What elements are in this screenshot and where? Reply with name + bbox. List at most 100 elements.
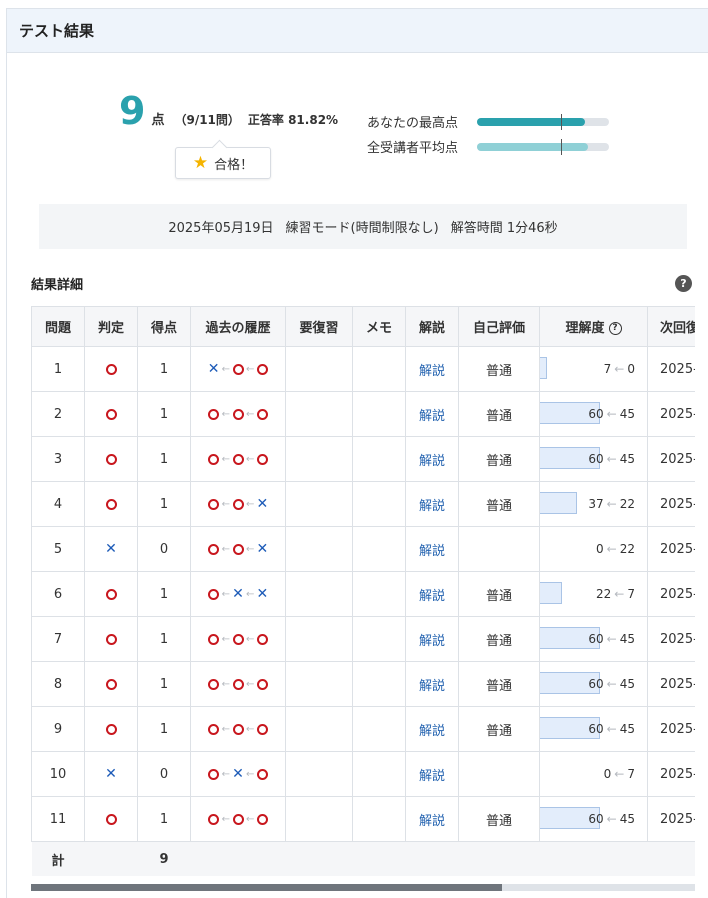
total-empty (84, 841, 138, 876)
memo-cell[interactable] (352, 661, 406, 707)
history-correct-icon (208, 677, 220, 692)
history-correct-icon (208, 812, 220, 827)
history-incorrect-icon: ✕ (256, 541, 269, 557)
self-eval[interactable]: 普通 (458, 706, 540, 752)
review-cell[interactable] (285, 526, 353, 572)
question-circle-icon[interactable]: ? (608, 322, 622, 335)
judge-correct-icon (105, 362, 117, 377)
attempt-info: 2025年05月19日 練習モード(時間制限なし) 解答時間 1分46秒 (39, 204, 687, 249)
table-row: 10 ✕ 0 ← ✕ ← 解説 0 ← 7 2025- (31, 751, 695, 797)
arrow-left-icon: ← (246, 768, 255, 780)
history-correct-icon (232, 497, 244, 512)
review-cell[interactable] (285, 661, 353, 707)
details-title: 結果詳細 (31, 278, 84, 293)
memo-cell[interactable] (352, 391, 406, 437)
horizontal-scrollbar[interactable] (31, 884, 695, 891)
review-cell[interactable] (285, 346, 353, 392)
explanation-link[interactable]: 解説 (419, 679, 445, 694)
comparison-row: 全受講者平均点 (367, 134, 609, 159)
review-cell[interactable] (285, 436, 353, 482)
explanation-link[interactable]: 解説 (419, 409, 445, 424)
memo-cell[interactable] (352, 706, 406, 752)
review-cell[interactable] (285, 616, 353, 662)
score-comparison: あなたの最高点 全受講者平均点 (367, 109, 609, 159)
explanation-link[interactable]: 解説 (419, 724, 445, 739)
scrollbar-thumb[interactable] (31, 884, 503, 891)
self-eval[interactable]: 普通 (458, 346, 540, 392)
explain-cell: 解説 (405, 796, 459, 842)
arrow-left-icon: ← (614, 587, 625, 601)
explain-cell: 解説 (405, 346, 459, 392)
question-number: 10 (31, 751, 85, 797)
memo-cell[interactable] (352, 751, 406, 797)
next-review-date: 2025- (647, 571, 695, 617)
self-eval[interactable] (458, 526, 540, 572)
explanation-link[interactable]: 解説 (419, 814, 445, 829)
memo-cell[interactable] (352, 571, 406, 617)
understanding-values: 60 ← 45 (588, 393, 635, 436)
self-eval[interactable]: 普通 (458, 796, 540, 842)
judge-correct-icon (105, 722, 117, 737)
past-history: ← ← (190, 391, 286, 437)
history-correct-icon (232, 632, 244, 647)
self-eval[interactable]: 普通 (458, 391, 540, 437)
arrow-left-icon: ← (614, 362, 625, 376)
row-score: 1 (137, 616, 191, 662)
understanding-prev: 7 (627, 587, 635, 601)
question-circle-icon[interactable]: ? (675, 275, 692, 292)
table-row: 8 1 ← ← 解説 普通 60 ← 45 2025- (31, 661, 695, 707)
col-understanding-label: 理解度 (565, 321, 605, 336)
history-correct-icon (232, 407, 244, 422)
explain-cell: 解説 (405, 481, 459, 527)
question-number: 6 (31, 571, 85, 617)
review-cell[interactable] (285, 571, 353, 617)
explanation-link[interactable]: 解説 (419, 499, 445, 514)
self-eval[interactable]: 普通 (458, 661, 540, 707)
explanation-link[interactable]: 解説 (419, 634, 445, 649)
understanding-values: 60 ← 45 (588, 438, 635, 481)
memo-cell[interactable] (352, 481, 406, 527)
memo-cell[interactable] (352, 796, 406, 842)
self-eval[interactable]: 普通 (458, 571, 540, 617)
row-score: 1 (137, 571, 191, 617)
judgement: ✕ (84, 526, 138, 572)
understanding-cell: 60 ← 45 (539, 391, 648, 437)
history-correct-icon (208, 497, 220, 512)
explain-cell: 解説 (405, 526, 459, 572)
results-table-container[interactable]: 問題 判定 得点 過去の履歴 要復習 メモ 解説 自己評価 理解度? 次回復 1… (31, 306, 695, 876)
understanding-prev: 45 (619, 452, 635, 466)
review-cell[interactable] (285, 751, 353, 797)
memo-cell[interactable] (352, 346, 406, 392)
judge-incorrect-icon: ✕ (105, 766, 117, 782)
row-score: 1 (137, 436, 191, 482)
explanation-link[interactable]: 解説 (419, 769, 445, 784)
next-review-date: 2025- (647, 616, 695, 662)
judge-incorrect-icon: ✕ (105, 541, 117, 557)
review-cell[interactable] (285, 796, 353, 842)
memo-cell[interactable] (352, 526, 406, 572)
self-eval[interactable]: 普通 (458, 481, 540, 527)
arrow-left-icon: ← (246, 543, 255, 555)
question-number: 2 (31, 391, 85, 437)
self-eval[interactable] (458, 751, 540, 797)
question-number: 5 (31, 526, 85, 572)
memo-cell[interactable] (352, 616, 406, 662)
average-marker (561, 138, 562, 155)
explanation-link[interactable]: 解説 (419, 454, 445, 469)
next-review-date: 2025- (647, 391, 695, 437)
understanding-now: 0 (603, 767, 612, 781)
explanation-link[interactable]: 解説 (419, 364, 445, 379)
past-history: ← ← ✕ (190, 481, 286, 527)
explanation-link[interactable]: 解説 (419, 544, 445, 559)
understanding-cell: 37 ← 22 (539, 481, 648, 527)
understanding-cell: 60 ← 45 (539, 616, 648, 662)
memo-cell[interactable] (352, 436, 406, 482)
self-eval[interactable]: 普通 (458, 616, 540, 662)
review-cell[interactable] (285, 706, 353, 752)
explanation-link[interactable]: 解説 (419, 589, 445, 604)
review-cell[interactable] (285, 481, 353, 527)
history-correct-icon (232, 542, 244, 557)
review-cell[interactable] (285, 391, 353, 437)
self-eval[interactable]: 普通 (458, 436, 540, 482)
understanding-now: 60 (588, 632, 604, 646)
